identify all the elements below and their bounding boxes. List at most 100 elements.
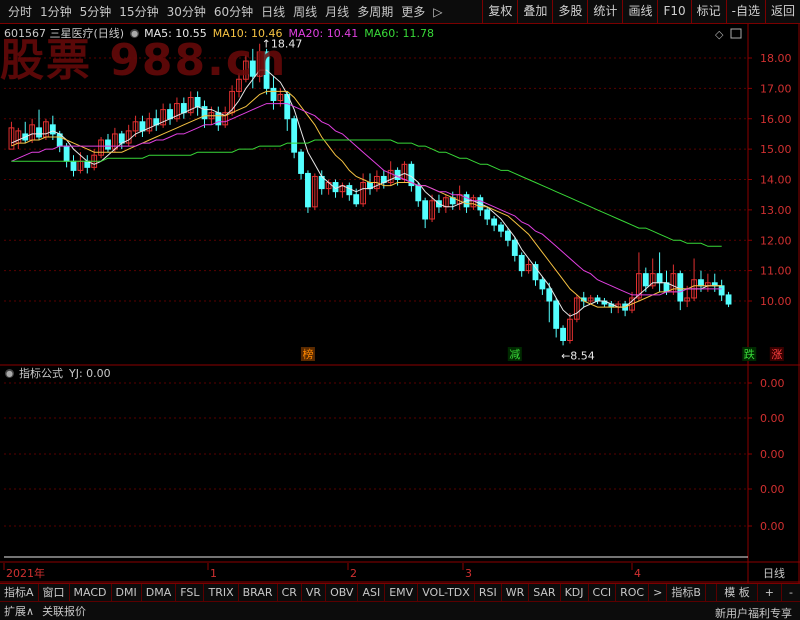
indicator-tab[interactable]: RSI	[475, 584, 502, 601]
y-tick-label: 16.00	[760, 113, 792, 126]
related-quote-button[interactable]: 关联报价	[38, 603, 90, 619]
period-tab[interactable]: 15分钟	[115, 0, 162, 24]
indicator-tab[interactable]: WR	[502, 584, 530, 601]
indicator-tab[interactable]: VR	[302, 584, 327, 601]
y-tick-label: 11.00	[760, 265, 792, 278]
candle-body	[539, 279, 546, 290]
indicator-tab[interactable]: ROC	[616, 584, 650, 601]
toolbar-action-button[interactable]: 统计	[587, 0, 622, 24]
candle-body	[49, 124, 56, 135]
candle-body	[484, 209, 491, 220]
indicator-tab[interactable]: 窗口	[39, 584, 70, 601]
candle-body	[394, 169, 401, 180]
expand-button[interactable]: 扩展∧	[0, 603, 38, 619]
indicator-tab[interactable]: CR	[278, 584, 302, 601]
indicator-tab[interactable]: MACD	[70, 584, 112, 601]
indicator-tab[interactable]: SAR	[529, 584, 561, 601]
candle-body	[415, 185, 422, 202]
y-tick-label: 10.00	[760, 295, 792, 308]
candle-body	[298, 151, 304, 174]
candle-body	[546, 288, 553, 302]
candle-body	[498, 224, 504, 232]
toolbar-action-button[interactable]: F10	[657, 0, 690, 24]
indicator-y-label: 0.00	[760, 483, 785, 496]
period-tab[interactable]: 多周期	[353, 0, 397, 24]
candle-body	[718, 285, 725, 296]
indicator-tab[interactable]: DMA	[142, 584, 177, 601]
toolbar-action-button[interactable]: 叠加	[517, 0, 552, 24]
top-toolbar: 分时 1分钟 5分钟 15分钟 30分钟 60分钟 日线 周线 月线 多周期 更多 ▷ 复权 叠加 多股统…	[0, 0, 800, 24]
indicator-tab[interactable]: OBV	[326, 584, 359, 601]
y-tick-label: 12.00	[760, 234, 792, 247]
time-axis-label: 4	[634, 567, 641, 580]
period-tab[interactable]: 周线	[289, 0, 321, 24]
indicator-tab[interactable]: FSL	[176, 584, 205, 601]
toolbar-action-button[interactable]: 多股	[552, 0, 587, 24]
template-tab-button[interactable]: 模 板	[716, 584, 757, 601]
candle-body	[249, 60, 256, 77]
indicator-tab[interactable]: ASI	[358, 584, 386, 601]
y-tick-label: 14.00	[760, 174, 792, 187]
toolbar-action-button[interactable]: 返回	[764, 0, 800, 24]
indicator-tabs: 指标A 窗口 MACD DMI DMA FSL TRIX BRAR CR VR OBV ASI EMV V…	[0, 583, 800, 601]
y-tick-label: 17.00	[760, 82, 792, 95]
candle-body	[511, 239, 518, 256]
candle-body	[656, 273, 663, 284]
toolbar-action-button[interactable]: -自选	[725, 0, 765, 24]
indicator-tab[interactable]: VOL-TDX	[418, 584, 475, 601]
indicator-tab[interactable]: KDJ	[561, 584, 589, 601]
settings-dot-icon[interactable]: ●	[130, 28, 140, 38]
event-tag: 减	[509, 348, 520, 361]
indicator-tab[interactable]: 指标B	[667, 584, 706, 601]
candle-body	[663, 282, 670, 293]
ma5-label: MA5: 10.55	[144, 26, 207, 40]
ma-line-ma10	[11, 90, 722, 308]
indicator-tab[interactable]: BRAR	[239, 584, 278, 601]
indicator-tab[interactable]: EMV	[385, 584, 419, 601]
indicator-tab[interactable]: DMI	[112, 584, 142, 601]
action-buttons: 复权 叠加 多股 统计 画线 F10 标记 -自选 返回	[482, 0, 800, 24]
indicator-tab[interactable]: CCI	[589, 584, 617, 601]
candle-body	[105, 139, 111, 150]
y-tick-label: 15.00	[760, 143, 792, 156]
time-axis-label: 2	[350, 567, 357, 580]
template-tab-button[interactable]: -	[781, 584, 800, 601]
indicator-tab[interactable]: >	[649, 584, 668, 601]
time-axis-label: 3	[465, 567, 472, 580]
candle-body	[194, 96, 201, 108]
stock-title[interactable]: 601567 三星医疗(日线)	[0, 25, 124, 41]
indicator-tab[interactable]: TRIX	[204, 584, 239, 601]
toolbar-action-button[interactable]: 画线	[622, 0, 657, 24]
period-tab[interactable]: 1分钟	[36, 0, 76, 24]
period-tab[interactable]: 30分钟	[163, 0, 210, 24]
indicator-info-bar: ● 指标公式 YJ: 0.00	[0, 365, 111, 381]
candle-body	[518, 254, 525, 272]
indicator-tab[interactable]: 指标A	[0, 584, 39, 601]
candle-body	[725, 294, 732, 305]
diamond-icon: ◇	[715, 28, 724, 41]
period-tab[interactable]: 5分钟	[76, 0, 116, 24]
period-tab[interactable]: 月线	[321, 0, 353, 24]
period-tab[interactable]: 更多	[397, 0, 429, 24]
promo-link[interactable]: 新用户福利专享	[711, 605, 796, 620]
indicator-settings-dot-icon[interactable]: ●	[5, 368, 14, 378]
candle-body	[70, 160, 77, 171]
template-tab-button[interactable]: +	[756, 584, 781, 601]
indicator-name[interactable]: 指标公式	[19, 365, 63, 381]
more-arrow-icon[interactable]: ▷	[429, 0, 446, 24]
candle-body	[422, 200, 429, 220]
period-tab[interactable]: 分时	[4, 0, 36, 24]
candle-body	[180, 103, 187, 114]
period-tab[interactable]: 60分钟	[210, 0, 257, 24]
candle-body	[504, 230, 511, 241]
candle-body	[36, 127, 42, 138]
toolbar-action-button[interactable]: 标记	[690, 0, 726, 24]
event-tag: 涨	[771, 348, 782, 361]
candle-body	[560, 327, 566, 341]
candle-body	[167, 109, 173, 120]
candle-body	[698, 279, 704, 287]
indicator-y-label: 0.00	[760, 377, 785, 390]
period-tab[interactable]: 日线	[257, 0, 289, 24]
ma-line-ma5	[11, 69, 722, 317]
toolbar-action-button[interactable]: 复权	[482, 0, 517, 24]
